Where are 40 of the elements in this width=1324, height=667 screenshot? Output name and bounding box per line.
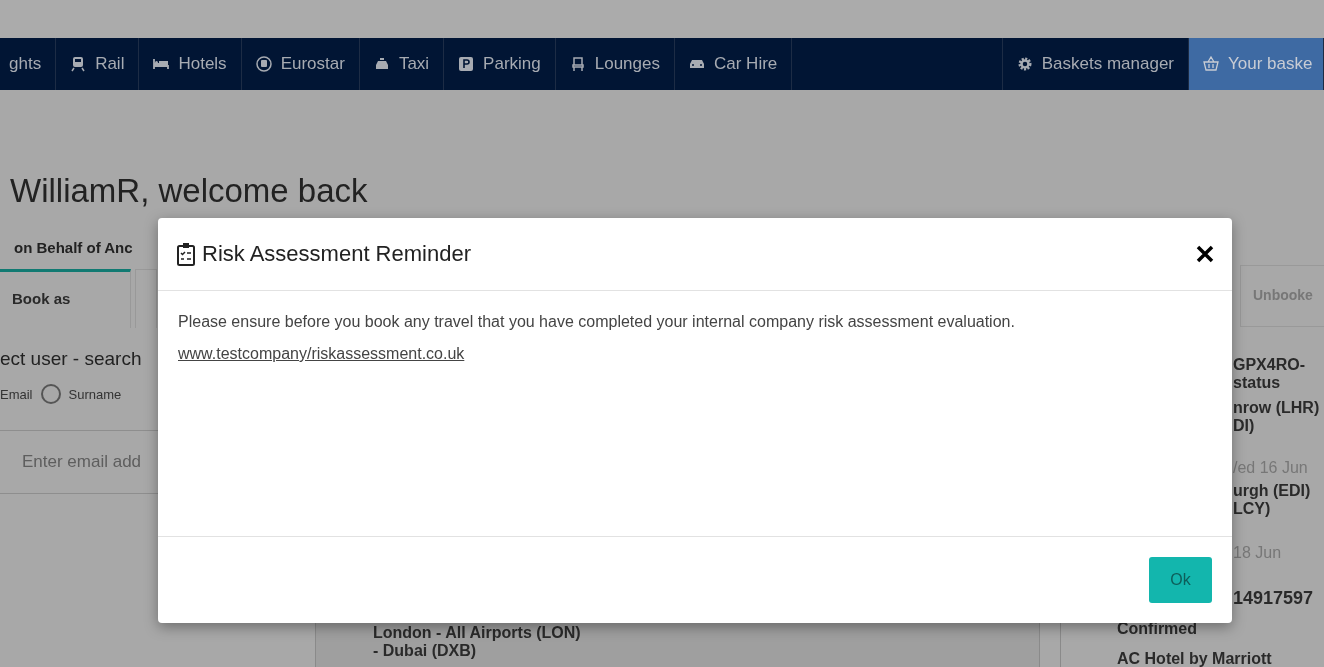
taxi-icon xyxy=(373,56,390,72)
nav-link[interactable]: Taxi xyxy=(359,38,445,90)
nav-link[interactable]: Lounges xyxy=(555,38,675,90)
basket-icon xyxy=(1203,56,1219,72)
route-text: - Dubai (DXB) xyxy=(373,642,478,660)
trip-text: LCY) xyxy=(1232,500,1272,518)
nav-link[interactable]: Hotels xyxy=(139,38,242,90)
trip-text: Confirmed xyxy=(1117,620,1198,638)
radio-button[interactable] xyxy=(40,384,61,404)
trip-text: AC Hotel by Marriott xyxy=(1117,650,1273,667)
welcome-heading: WilliamR, welcome back xyxy=(9,171,369,211)
section-heading: on Behalf of Anc xyxy=(13,238,134,258)
radio-label: Surname xyxy=(68,386,122,402)
parking-icon xyxy=(458,56,475,72)
nav-link[interactable]: Eurostar xyxy=(241,38,360,90)
booking-reference: 14917597 xyxy=(1232,589,1315,607)
train-icon xyxy=(70,56,87,72)
trip-text: GPX4RO- xyxy=(1232,356,1306,374)
tab[interactable]: Book as xyxy=(0,269,131,328)
nav-link[interactable]: ghts xyxy=(0,38,57,90)
nav-link[interactable]: Parking xyxy=(444,38,556,90)
nav-link[interactable]: Rail xyxy=(56,38,140,90)
tab[interactable] xyxy=(135,269,157,328)
settings-icon xyxy=(1016,56,1033,72)
clipboard-icon xyxy=(176,242,196,266)
trip-text: urgh (EDI) xyxy=(1232,482,1312,500)
route-text: London - All Airports (LON) xyxy=(373,624,582,642)
radio-label: Email xyxy=(0,386,33,402)
bed-icon xyxy=(153,56,170,72)
close-button[interactable] xyxy=(1196,245,1214,263)
trip-text: nrow (LHR) xyxy=(1232,399,1321,417)
modal-title: Risk Assessment Reminder xyxy=(202,241,472,267)
reminder-message: Please ensure before you book any travel that you have completed your internal company risk assessment evaluation. xyxy=(178,313,1016,331)
trip-text: status xyxy=(1232,374,1282,392)
nav-link[interactable]: Car Hire xyxy=(675,38,793,90)
train-icon xyxy=(255,56,272,72)
trip-text: DI) xyxy=(1232,417,1256,435)
chair-icon xyxy=(569,56,586,72)
risk-assessment-link[interactable]: www.testcompany/riskassessment.co.uk xyxy=(178,345,465,362)
search-heading: ect user - search xyxy=(0,348,143,370)
